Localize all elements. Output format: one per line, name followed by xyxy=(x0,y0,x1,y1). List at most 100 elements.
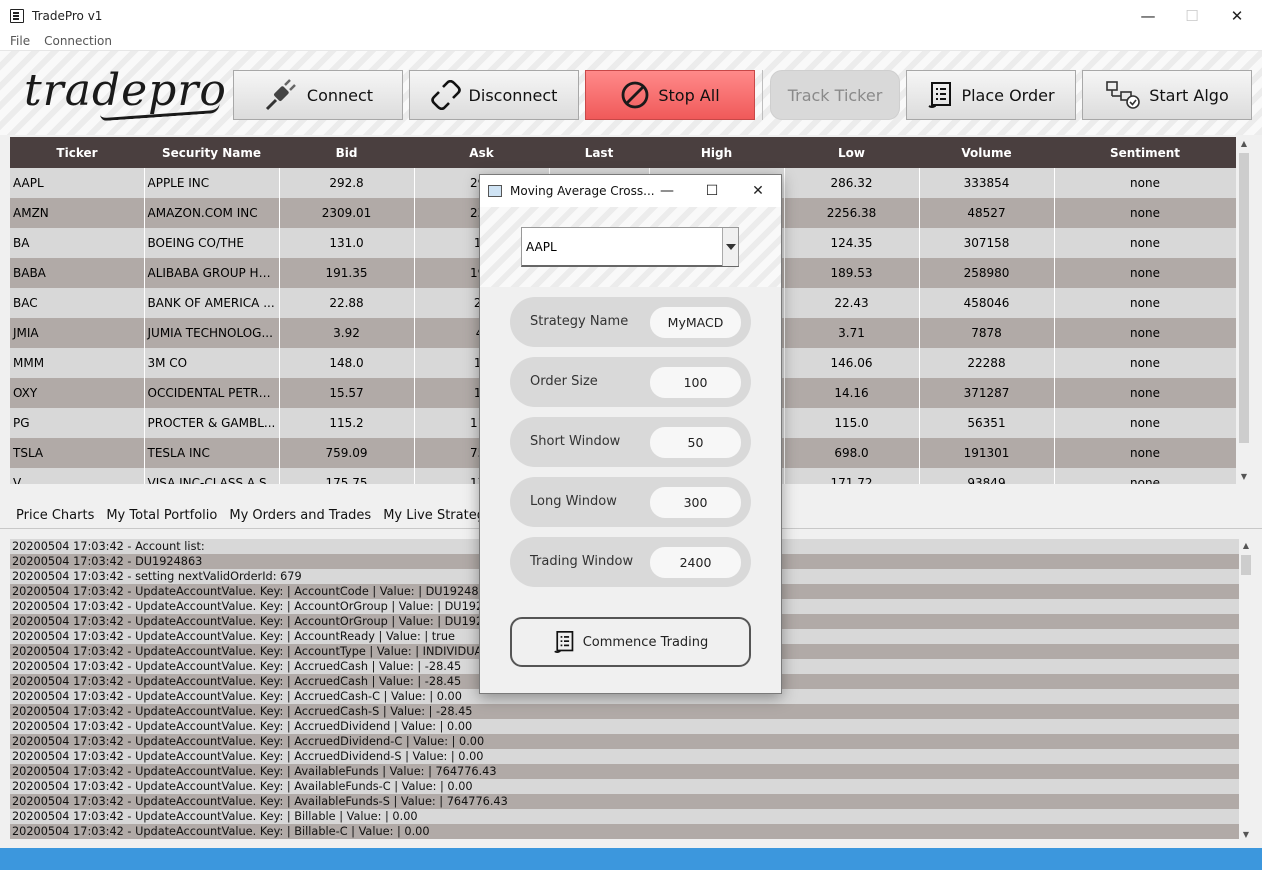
log-line: 20200504 17:03:42 - UpdateAccountValue. … xyxy=(10,749,1239,764)
table-cell: none xyxy=(1054,198,1236,228)
log-line: 20200504 17:03:42 - UpdateAccountValue. … xyxy=(10,764,1239,779)
scroll-down-icon[interactable]: ▼ xyxy=(1237,470,1251,484)
table-cell: BAC xyxy=(10,288,145,318)
scroll-thumb[interactable] xyxy=(1241,555,1251,575)
disconnect-button[interactable]: Disconnect xyxy=(409,70,579,120)
table-cell: none xyxy=(1054,378,1236,408)
trading-window-input[interactable]: 2400 xyxy=(650,547,741,578)
column-header[interactable]: High xyxy=(649,137,784,168)
table-cell: 3M CO xyxy=(144,348,280,378)
table-cell: V xyxy=(10,468,145,484)
tab-total-portfolio[interactable]: My Total Portfolio xyxy=(106,505,217,527)
table-cell: AAPL xyxy=(10,168,145,198)
table-cell: 175.75 xyxy=(279,468,415,484)
short-window-label: Short Window xyxy=(530,434,621,449)
column-header[interactable]: Volume xyxy=(919,137,1054,168)
scroll-up-icon[interactable]: ▲ xyxy=(1237,137,1251,151)
column-header[interactable]: Last xyxy=(549,137,649,168)
log-line: 20200504 17:03:42 - UpdateAccountValue. … xyxy=(10,794,1239,809)
table-cell: none xyxy=(1054,168,1236,198)
connect-label: Connect xyxy=(306,85,374,105)
table-cell: 146.06 xyxy=(784,348,920,378)
log-line: 20200504 17:03:42 - UpdateAccountValue. … xyxy=(10,809,1239,824)
ticker-dropdown[interactable]: AAPL xyxy=(521,227,739,267)
track-ticker-button[interactable]: Track Ticker xyxy=(770,70,900,120)
menu-file[interactable]: File xyxy=(10,34,30,48)
column-header[interactable]: Ask xyxy=(414,137,549,168)
table-cell: 22288 xyxy=(919,348,1055,378)
scroll-down-icon[interactable]: ▼ xyxy=(1239,828,1253,842)
menu-bar: File Connection xyxy=(0,31,1262,51)
commence-trading-label: Commence Trading xyxy=(582,634,709,650)
connect-button[interactable]: Connect xyxy=(233,70,403,120)
minimize-button[interactable]: — xyxy=(1125,0,1171,31)
table-cell: 93849 xyxy=(919,468,1055,484)
long-window-row: Long Window 300 xyxy=(510,477,751,527)
table-cell: TSLA xyxy=(10,438,145,468)
table-cell: 458046 xyxy=(919,288,1055,318)
column-header[interactable]: Ticker xyxy=(10,137,144,168)
place-order-button[interactable]: Place Order xyxy=(906,70,1076,120)
trading-window-label: Trading Window xyxy=(530,554,634,569)
short-window-row: Short Window 50 xyxy=(510,417,751,467)
table-cell: 7878 xyxy=(919,318,1055,348)
long-window-input[interactable]: 300 xyxy=(650,487,741,518)
table-cell: 3.92 xyxy=(279,318,415,348)
tab-price-charts[interactable]: Price Charts xyxy=(16,505,94,527)
start-algo-button[interactable]: Start Algo xyxy=(1082,70,1252,120)
column-header[interactable]: Bid xyxy=(279,137,414,168)
table-cell: OXY xyxy=(10,378,145,408)
strategy-name-label: Strategy Name xyxy=(530,314,629,329)
table-cell: none xyxy=(1054,288,1236,318)
column-header[interactable]: Security Name xyxy=(144,137,279,168)
dialog-minimize-button[interactable]: — xyxy=(647,175,687,207)
table-cell: 698.0 xyxy=(784,438,920,468)
table-cell: 124.35 xyxy=(784,228,920,258)
dialog-maximize-button[interactable]: ☐ xyxy=(692,175,732,207)
commence-trading-button[interactable]: Commence Trading xyxy=(510,617,751,667)
table-scrollbar[interactable]: ▲ ▼ xyxy=(1237,137,1251,484)
close-button[interactable]: ✕ xyxy=(1214,0,1260,31)
stop-icon xyxy=(620,80,650,110)
title-bar: TradePro v1 — ☐ ✕ xyxy=(0,0,1262,31)
column-header[interactable]: Sentiment xyxy=(1054,137,1236,168)
ticker-select-area: AAPL xyxy=(480,207,781,287)
table-cell: 258980 xyxy=(919,258,1055,288)
table-cell: none xyxy=(1054,438,1236,468)
maximize-button[interactable]: ☐ xyxy=(1169,0,1215,31)
table-cell: PG xyxy=(10,408,145,438)
table-cell: 286.32 xyxy=(784,168,920,198)
menu-connection[interactable]: Connection xyxy=(44,34,112,48)
order-size-label: Order Size xyxy=(530,374,598,389)
scroll-up-icon[interactable]: ▲ xyxy=(1239,539,1253,553)
table-cell: APPLE INC xyxy=(144,168,280,198)
table-cell: 115.0 xyxy=(784,408,920,438)
flow-check-icon xyxy=(1105,80,1141,110)
dialog-title: Moving Average Cross... xyxy=(510,184,655,198)
scroll-thumb[interactable] xyxy=(1239,153,1249,443)
chevron-down-icon[interactable] xyxy=(722,228,738,266)
document-list-icon xyxy=(553,630,575,654)
table-cell: ALIBABA GROUP HO... xyxy=(144,258,280,288)
order-size-input[interactable]: 100 xyxy=(650,367,741,398)
log-scrollbar[interactable]: ▲ ▼ xyxy=(1239,539,1253,842)
short-window-input[interactable]: 50 xyxy=(650,427,741,458)
table-cell: PROCTER & GAMBL... xyxy=(144,408,280,438)
toolbar: tradepro Connect Disconnect Stop All Tra… xyxy=(0,51,1262,135)
tab-orders-trades[interactable]: My Orders and Trades xyxy=(229,505,371,527)
table-cell: 15.57 xyxy=(279,378,415,408)
table-cell: 22.43 xyxy=(784,288,920,318)
table-cell: 14.16 xyxy=(784,378,920,408)
stop-all-button[interactable]: Stop All xyxy=(585,70,755,120)
log-line: 20200504 17:03:42 - UpdateAccountValue. … xyxy=(10,734,1239,749)
table-cell: 2309.01 xyxy=(279,198,415,228)
long-window-label: Long Window xyxy=(530,494,617,509)
column-header[interactable]: Low xyxy=(784,137,919,168)
table-cell: 191.35 xyxy=(279,258,415,288)
table-cell: TESLA INC xyxy=(144,438,280,468)
table-cell: BANK OF AMERICA ... xyxy=(144,288,280,318)
dialog-close-button[interactable]: ✕ xyxy=(738,175,778,207)
strategy-name-input[interactable]: MyMACD xyxy=(650,307,741,338)
table-cell: 148.0 xyxy=(279,348,415,378)
trading-window-row: Trading Window 2400 xyxy=(510,537,751,587)
